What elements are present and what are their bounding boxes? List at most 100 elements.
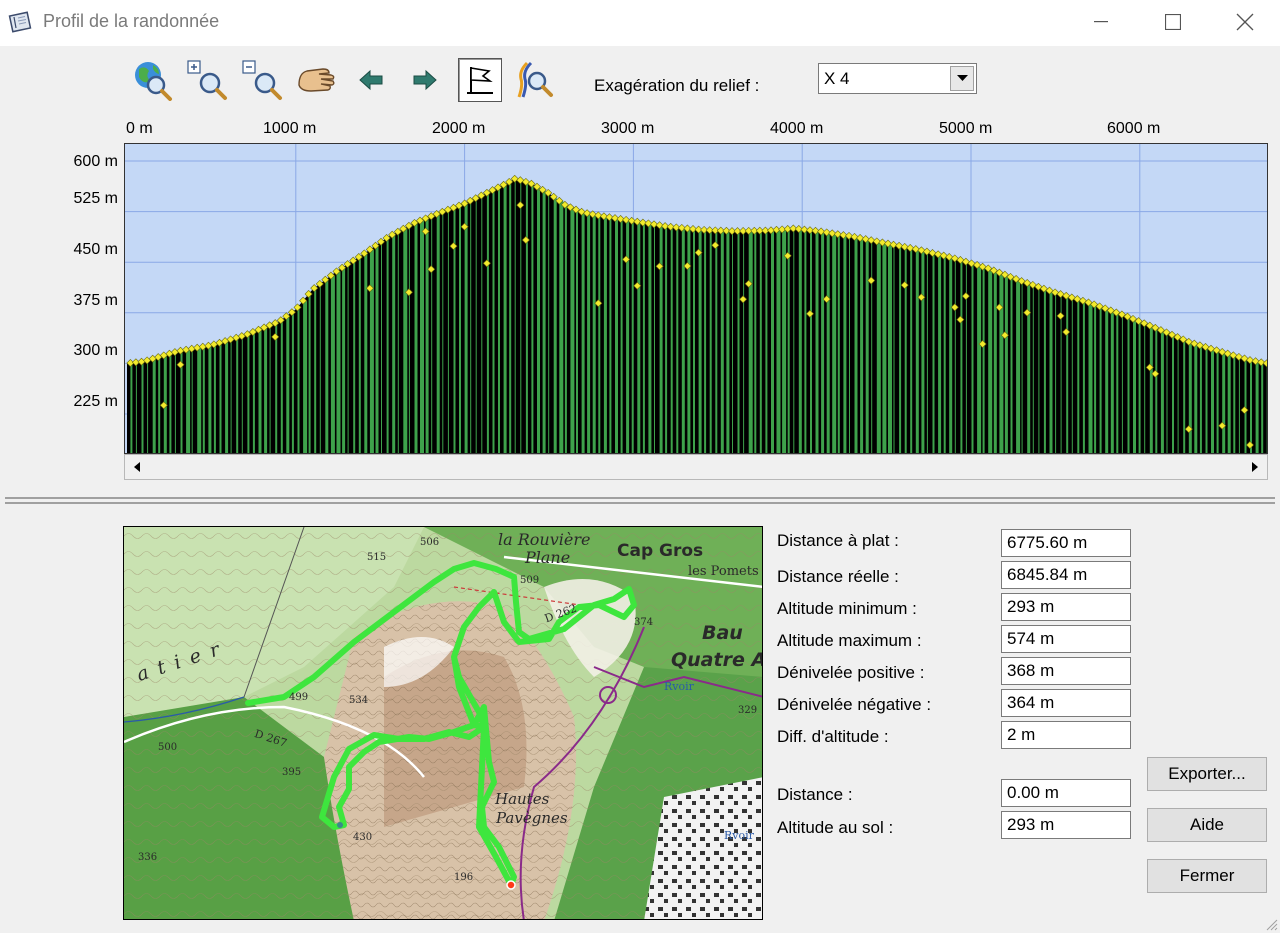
profile-strip: [553, 196, 557, 453]
y-tick-label: 225 m: [73, 393, 118, 410]
profile-strip: [1055, 292, 1057, 453]
export-button[interactable]: Exporter...: [1147, 757, 1267, 791]
relief-exaggeration-select[interactable]: X 4: [818, 63, 977, 94]
profile-strip: [771, 230, 774, 453]
profile-strip: [303, 300, 308, 453]
map-label: 534: [349, 695, 369, 706]
profile-strip: [570, 207, 575, 453]
profile-strip: [1049, 290, 1053, 453]
minimize-button[interactable]: [1064, 0, 1138, 44]
splitter-bar[interactable]: [5, 497, 1275, 504]
y-tick-label: 300 m: [73, 342, 118, 359]
flag-profile-button[interactable]: [458, 58, 502, 102]
profile-strip: [1133, 318, 1136, 453]
x-tick-label: 2000 m: [432, 120, 486, 137]
profile-strip: [960, 260, 963, 453]
topographic-map-svg: [124, 527, 762, 919]
profile-strip: [1238, 356, 1240, 453]
zoom-in-button[interactable]: [185, 58, 229, 102]
profile-strip: [598, 215, 601, 453]
relief-exaggeration-value: X 4: [824, 69, 850, 88]
profile-strip: [620, 219, 623, 453]
altitude-min-label: Altitude minimum :: [777, 599, 917, 618]
profile-strip: [637, 221, 641, 453]
profile-strip: [559, 200, 564, 453]
scroll-right-button[interactable]: [1244, 456, 1266, 478]
arrow-right-icon: [413, 69, 437, 91]
profile-strip: [542, 189, 546, 453]
map-label: 500: [158, 742, 178, 753]
close-dialog-button[interactable]: Fermer: [1147, 859, 1267, 893]
route-search-button[interactable]: [512, 58, 556, 102]
profile-strip: [381, 241, 382, 453]
profile-strip: [615, 218, 618, 453]
profile-strip: [425, 218, 429, 453]
profile-strip: [971, 263, 974, 453]
profile-strip: [1183, 339, 1186, 453]
close-button[interactable]: [1208, 0, 1280, 44]
profile-strip: [648, 223, 652, 453]
profile-strip: [882, 242, 887, 453]
globe-search-button[interactable]: [130, 58, 174, 102]
profile-strip: [843, 235, 847, 453]
profile-strip: [954, 258, 956, 453]
profile-strip: [726, 230, 730, 453]
profile-strip: [1177, 337, 1179, 453]
profile-strip: [386, 238, 389, 453]
previous-button[interactable]: [349, 58, 393, 102]
x-tick-label: 5000 m: [939, 120, 993, 137]
profile-strip: [581, 211, 585, 453]
map-label: 509: [520, 575, 540, 586]
next-button[interactable]: [403, 58, 447, 102]
profile-strip: [147, 360, 149, 453]
profile-strip: [759, 230, 762, 453]
profile-strip: [709, 230, 712, 453]
profile-strip: [548, 192, 550, 453]
profile-strip: [876, 241, 881, 453]
scroll-left-button[interactable]: [126, 456, 148, 478]
y-tick-label: 450 m: [73, 241, 118, 258]
profile-strip: [626, 219, 630, 453]
profile-strip: [782, 229, 787, 453]
map-label: Rvoir: [724, 829, 754, 842]
profile-strip: [219, 342, 222, 453]
profile-strip: [1027, 283, 1031, 453]
profile-strip: [1172, 334, 1174, 453]
maximize-button[interactable]: [1136, 0, 1210, 44]
profile-strip: [464, 203, 468, 453]
profile-strip: [152, 358, 156, 453]
profile-strip: [860, 238, 864, 453]
map-label: 196: [454, 872, 474, 883]
profile-strip: [654, 224, 655, 453]
profile-strip: [1194, 343, 1198, 453]
diff-altitude-label: Diff. d'altitude :: [777, 727, 889, 746]
profile-strip: [319, 283, 321, 453]
profile-strip: [1250, 360, 1252, 453]
pan-hand-icon: [298, 68, 335, 92]
profile-strip: [609, 217, 612, 453]
profile-strip: [1255, 361, 1259, 453]
map-label: 336: [138, 852, 158, 863]
pan-hand-button[interactable]: [294, 58, 338, 102]
profile-strip: [926, 251, 928, 453]
dropdown-arrow-button[interactable]: [950, 66, 974, 91]
profile-strip: [1216, 350, 1219, 453]
profile-strip: [849, 235, 850, 453]
profile-strip: [815, 230, 819, 453]
zoom-out-button[interactable]: [240, 58, 284, 102]
arrow-left-icon: [359, 69, 383, 91]
denivelee-negative-label: Dénivelée négative :: [777, 695, 932, 714]
route-map[interactable]: la Rouvière Plane Cap Gros les Pomets Ba…: [123, 526, 763, 920]
profile-strip: [342, 267, 346, 453]
profile-strip: [308, 294, 311, 453]
elevation-profile-chart[interactable]: [124, 143, 1268, 454]
profile-strip: [681, 227, 685, 453]
profile-strip: [1121, 314, 1123, 453]
profile-horizontal-scrollbar[interactable]: [124, 454, 1268, 480]
resize-grip-icon[interactable]: [1264, 917, 1278, 931]
help-button[interactable]: Aide: [1147, 808, 1267, 842]
profile-strip: [531, 183, 534, 453]
profile-strip: [564, 204, 567, 453]
profile-strip: [314, 288, 317, 453]
profile-strip: [197, 347, 202, 453]
